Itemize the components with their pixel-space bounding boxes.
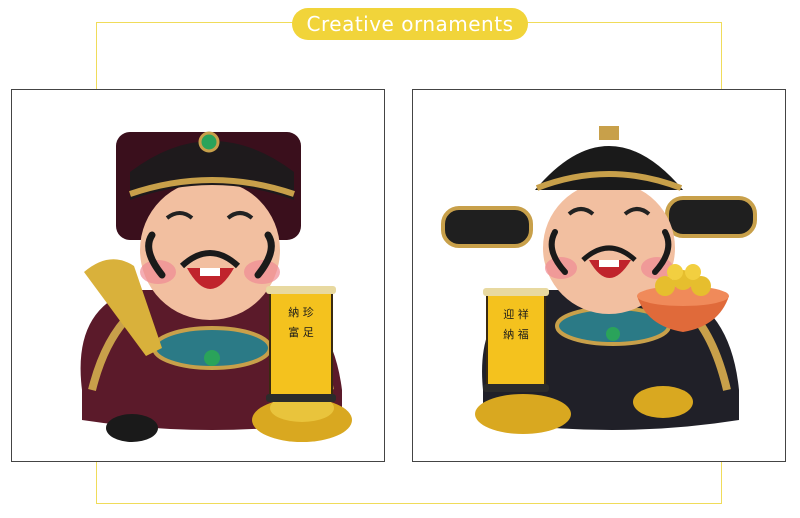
product-photo-right: 迎 祥 納 福 [412,89,786,462]
scroll-calligraphy-right-line2: 納 福 [503,327,529,341]
figurine-wealth-god-red: 納 珍 富 足 [80,131,352,442]
scroll-calligraphy-right-line1: 迎 祥 [503,307,529,321]
scroll-calligraphy-left-line1: 納 珍 [288,306,314,319]
scroll-calligraphy-left-line2: 富 足 [288,325,314,339]
product-photo-left: 納 珍 富 足 [11,89,385,462]
figurine-wealth-god-black: 迎 祥 納 福 [441,126,757,434]
page-title: Creative ornaments [292,8,528,40]
